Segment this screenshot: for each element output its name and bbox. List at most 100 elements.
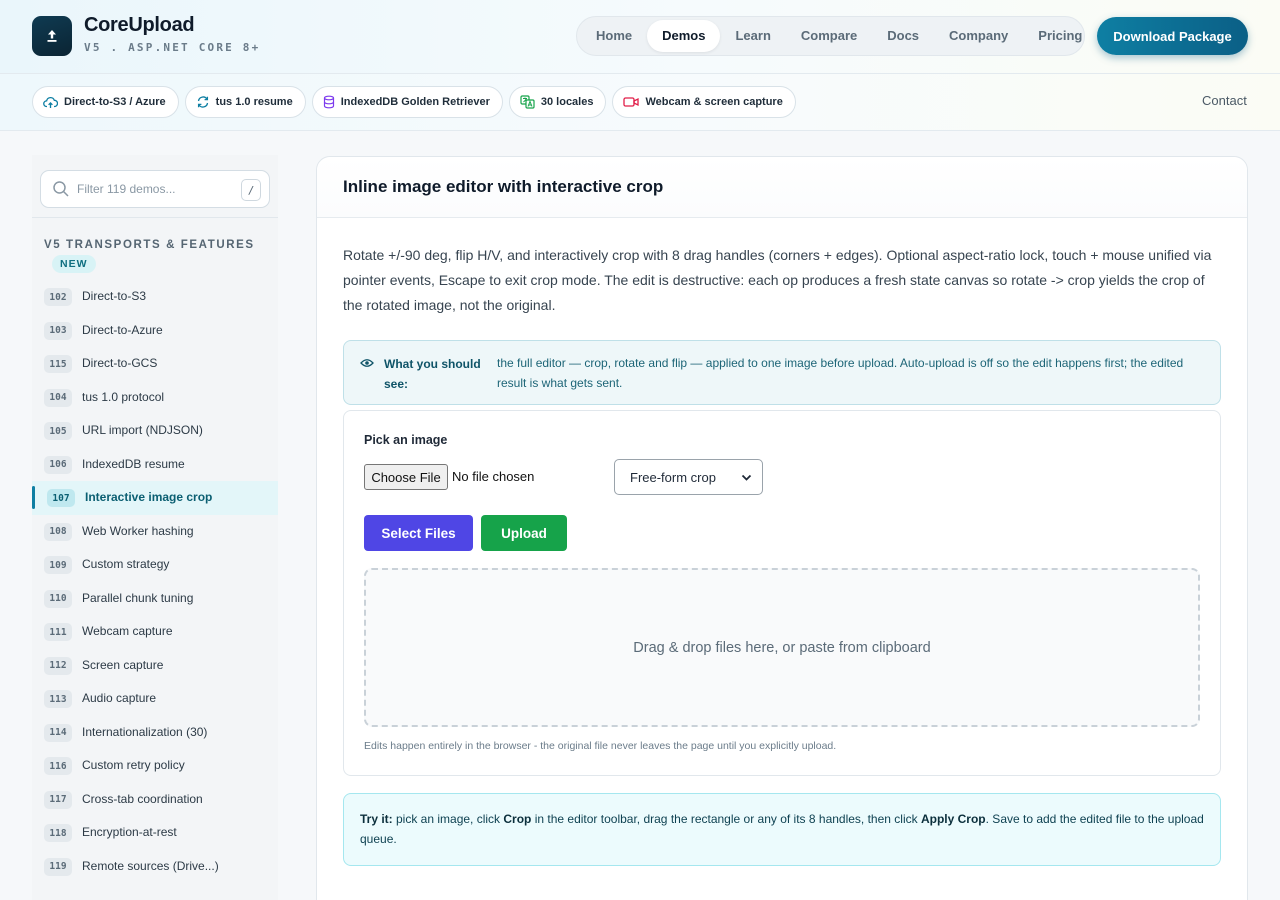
- search-icon: [53, 181, 69, 197]
- demo-number: 111: [44, 623, 72, 641]
- upload-button[interactable]: Upload: [481, 515, 567, 551]
- sidebar-item-102[interactable]: 102 Direct-to-S3: [32, 280, 278, 314]
- sidebar-item-118[interactable]: 118 Encryption-at-rest: [32, 816, 278, 850]
- nav-learn[interactable]: Learn: [720, 20, 785, 52]
- sidebar-item-115[interactable]: 115 Direct-to-GCS: [32, 347, 278, 381]
- chip-webcam-screen[interactable]: Webcam & screen capture: [612, 86, 796, 118]
- brand-name[interactable]: CoreUpload: [84, 14, 195, 37]
- demo-widget: Pick an image Choose File No file chosen…: [343, 410, 1221, 776]
- filter-demos-input[interactable]: Filter 119 demos... /: [40, 170, 270, 208]
- demo-number: 105: [44, 422, 72, 440]
- sidebar-item-103[interactable]: 103 Direct-to-Azure: [32, 314, 278, 348]
- demo-number: 102: [44, 288, 72, 306]
- sidebar-item-114[interactable]: 114 Internationalization (30): [32, 716, 278, 750]
- crop-mode-select[interactable]: Free-form crop: [614, 459, 763, 495]
- demo-label: Parallel chunk tuning: [82, 590, 194, 605]
- sidebar-item-119[interactable]: 119 Remote sources (Drive...): [32, 850, 278, 884]
- demo-sidebar: Filter 119 demos... / V5 TRANSPORTS & FE…: [32, 155, 278, 900]
- demo-label: Direct-to-GCS: [82, 356, 158, 370]
- demo-number: 117: [44, 790, 72, 809]
- try-it-lead: Try it:: [360, 812, 393, 826]
- top-header: CoreUpload V5 . ASP.NET CORE 8+ Home Dem…: [0, 0, 1280, 74]
- try-it-callout: Try it: pick an image, click Crop in the…: [343, 793, 1221, 866]
- select-files-button[interactable]: Select Files: [364, 515, 473, 551]
- sidebar-item-107-active[interactable]: 107 Interactive image crop: [32, 481, 278, 515]
- sidebar-item-105[interactable]: 105 URL import (NDJSON): [32, 414, 278, 448]
- demo-label: Internationalization (30): [82, 724, 208, 739]
- nav-home[interactable]: Home: [581, 20, 647, 52]
- main-nav: Home Demos Learn Compare Docs Company Pr…: [576, 16, 1085, 56]
- sidebar-item-106[interactable]: 106 IndexedDB resume: [32, 448, 278, 482]
- nav-pricing[interactable]: Pricing: [1023, 20, 1097, 52]
- file-status-text: No file chosen: [452, 469, 535, 484]
- demo-label: tus 1.0 protocol: [82, 389, 165, 404]
- brand-logo[interactable]: [32, 16, 72, 56]
- feature-chip-bar: Direct-to-S3 / Azure tus 1.0 resume Inde…: [0, 74, 1280, 131]
- chip-direct-to-s3-azure[interactable]: Direct-to-S3 / Azure: [32, 86, 179, 118]
- video-icon: [623, 97, 640, 107]
- sidebar-item-108[interactable]: 108 Web Worker hashing: [32, 515, 278, 549]
- sidebar-item-109[interactable]: 109 Custom strategy: [32, 548, 278, 582]
- chip-indexeddb[interactable]: IndexedDB Golden Retriever: [311, 86, 503, 118]
- chip-label: Webcam & screen capture: [645, 96, 783, 108]
- sidebar-item-111[interactable]: 111 Webcam capture: [32, 615, 278, 649]
- demo-label: Custom retry policy: [82, 758, 185, 772]
- demo-label: Web Worker hashing: [82, 523, 194, 538]
- demo-number: 109: [44, 556, 72, 574]
- nav-company[interactable]: Company: [934, 20, 1023, 52]
- download-package-button[interactable]: Download Package: [1097, 17, 1248, 55]
- demo-number: 114: [44, 723, 72, 742]
- demo-number: 104: [44, 388, 72, 407]
- demo-label: Cross-tab coordination: [82, 791, 203, 806]
- sidebar-item-116[interactable]: 116 Custom retry policy: [32, 749, 278, 783]
- sidebar-item-113[interactable]: 113 Audio capture: [32, 682, 278, 716]
- database-icon: [323, 95, 334, 109]
- filter-placeholder: Filter 119 demos...: [77, 182, 176, 196]
- cloud-upload-icon: [43, 96, 58, 108]
- contact-link[interactable]: Contact: [1202, 93, 1247, 108]
- chip-label: Direct-to-S3 / Azure: [64, 96, 166, 108]
- nav-demos[interactable]: Demos: [647, 20, 721, 52]
- demo-label: Interactive image crop: [85, 490, 213, 504]
- try-it-apply-crop: Apply Crop: [920, 812, 986, 826]
- try-it-crop: Crop: [503, 812, 532, 826]
- brand-subtitle: V5 . ASP.NET CORE 8+: [84, 41, 261, 54]
- demo-label: Webcam capture: [82, 624, 173, 638]
- sidebar-section-title: V5 TRANSPORTS & FEATURES: [44, 239, 255, 251]
- edit-note: Edits happen entirely in the browser - t…: [364, 740, 837, 752]
- chip-tus-resume[interactable]: tus 1.0 resume: [184, 86, 306, 118]
- what-you-should-see-callout: What you should see: the full editor — c…: [343, 340, 1221, 405]
- chip-locales[interactable]: 30 locales: [508, 86, 607, 118]
- new-badge: NEW: [52, 255, 96, 273]
- demo-number: 115: [44, 355, 72, 373]
- sidebar-item-110[interactable]: 110 Parallel chunk tuning: [32, 582, 278, 616]
- sidebar-item-112[interactable]: 112 Screen capture: [32, 649, 278, 683]
- demo-label: Remote sources (Drive...): [82, 858, 219, 873]
- choose-file-button[interactable]: Choose File: [364, 464, 448, 490]
- callout-text: the full editor — crop, rotate and flip …: [497, 356, 1184, 390]
- demo-label: Audio capture: [82, 691, 157, 705]
- chip-label: 30 locales: [540, 96, 594, 108]
- demo-label: Encryption-at-rest: [82, 825, 177, 839]
- try-it-text: in the editor toolbar, drag the rectangl…: [531, 812, 921, 826]
- demo-number: 112: [44, 656, 72, 675]
- demo-number: 107: [47, 489, 75, 507]
- card-header: Inline image editor with interactive cro…: [317, 157, 1247, 218]
- demo-number: 113: [44, 690, 72, 708]
- sidebar-item-104[interactable]: 104 tus 1.0 protocol: [32, 381, 278, 415]
- demo-label: Custom strategy: [82, 557, 170, 571]
- eye-icon: [360, 359, 374, 367]
- page-title: Inline image editor with interactive cro…: [343, 177, 664, 196]
- chip-label: tus 1.0 resume: [215, 96, 293, 108]
- nav-docs[interactable]: Docs: [872, 20, 934, 52]
- refresh-icon: [197, 96, 208, 108]
- demo-label: Screen capture: [82, 657, 164, 672]
- chevron-down-icon: [741, 474, 752, 481]
- demo-number: 116: [44, 757, 72, 775]
- drop-zone-text: Drag & drop files here, or paste from cl…: [633, 639, 931, 656]
- nav-compare[interactable]: Compare: [786, 20, 872, 52]
- drop-zone[interactable]: Drag & drop files here, or paste from cl…: [364, 568, 1200, 727]
- demo-number: 106: [44, 455, 72, 474]
- callout-label: What you should see:: [384, 357, 481, 391]
- sidebar-item-117[interactable]: 117 Cross-tab coordination: [32, 783, 278, 817]
